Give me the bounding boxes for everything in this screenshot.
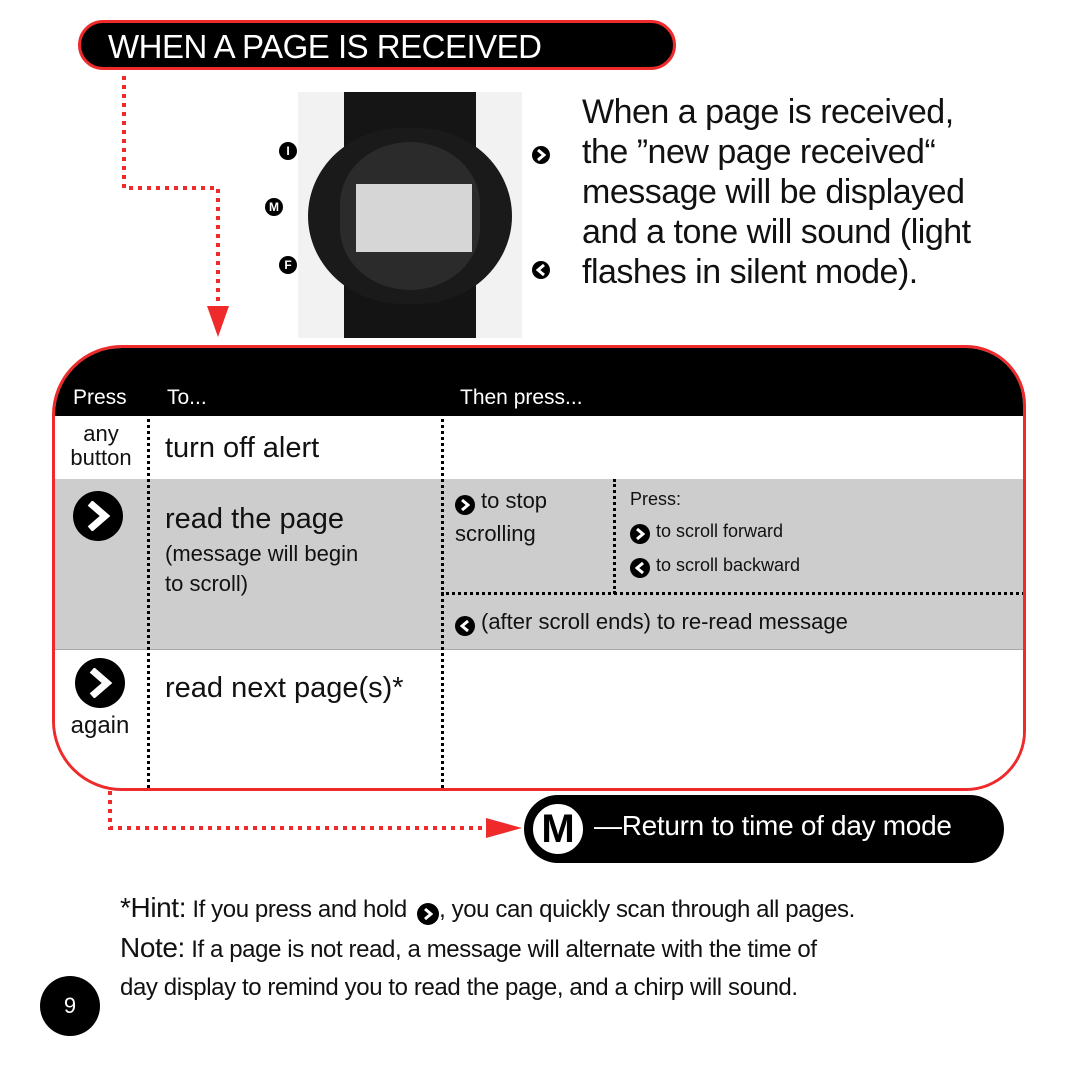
page-received-description: When a page is received, the ”new page r… bbox=[582, 92, 1022, 292]
action-text: turn off alert bbox=[165, 432, 320, 464]
note-body: If a page is not read, a message will al… bbox=[191, 936, 817, 963]
table-row: read the page (message will begin to scr… bbox=[55, 479, 1023, 650]
press-text: button bbox=[70, 445, 132, 470]
sub-column-divider bbox=[613, 479, 616, 594]
watch-screen bbox=[356, 184, 472, 252]
header-to: To... bbox=[167, 386, 207, 409]
scroll-backward-label: to scroll backward bbox=[656, 555, 801, 575]
table-to-return-connector bbox=[108, 791, 522, 838]
note-text: day display to remind you to read the pa… bbox=[120, 974, 798, 1001]
forward-arrow-icon bbox=[532, 146, 550, 164]
header-to-table-connector bbox=[122, 76, 229, 337]
hint-body: , you can quickly scan through all pages… bbox=[439, 896, 855, 923]
column-divider-press bbox=[147, 348, 150, 788]
note-lead: Note: bbox=[120, 932, 185, 963]
back-arrow-icon bbox=[455, 616, 475, 636]
right-arrow-head bbox=[486, 818, 522, 838]
scroll-forward-label: to scroll forward bbox=[656, 521, 784, 541]
press-cell: any button bbox=[55, 422, 147, 470]
forward-arrow-icon bbox=[417, 903, 440, 925]
indiglo-button-icon: I bbox=[279, 142, 297, 160]
back-arrow-icon bbox=[532, 261, 550, 279]
description-line: message will be displayed bbox=[582, 173, 965, 211]
page-number-badge: 9 bbox=[40, 976, 100, 1036]
table-row: again read next page(s)* bbox=[55, 650, 1023, 788]
table-header: Press To... Then press... bbox=[55, 348, 1023, 416]
action-subtext: (message will begin bbox=[165, 541, 359, 566]
note-text: Note: If a page is not read, a message w… bbox=[120, 932, 817, 964]
description-line: and a tone will sound (light bbox=[582, 213, 971, 251]
forward-arrow-icon bbox=[630, 524, 650, 544]
header-press: Press bbox=[73, 386, 127, 409]
function-button-icon: F bbox=[279, 256, 297, 274]
action-text: read the page bbox=[165, 503, 344, 535]
forward-arrow-icon bbox=[75, 658, 125, 708]
sub-row-divider bbox=[441, 592, 1023, 595]
description-line: When a page is received, bbox=[582, 93, 954, 131]
reread-label: (after scroll ends) to re-read message bbox=[481, 609, 848, 634]
description-line: flashes in silent mode). bbox=[582, 253, 918, 291]
hint-lead: *Hint: bbox=[120, 892, 187, 923]
press-text: any bbox=[83, 421, 119, 446]
hint-text: *Hint: If you press and hold , you can q… bbox=[120, 892, 855, 925]
hint-body: If you press and hold bbox=[192, 896, 407, 923]
action-text: read next page(s)* bbox=[165, 672, 404, 704]
forward-arrow-icon bbox=[455, 495, 475, 515]
scroll-backward-text: to scroll backward bbox=[630, 555, 800, 578]
reread-text: (after scroll ends) to re-read message bbox=[455, 609, 848, 636]
mode-button-icon: M bbox=[265, 198, 283, 216]
action-subtext: to scroll) bbox=[165, 571, 249, 596]
table-row: any button turn off alert bbox=[55, 416, 1023, 480]
back-arrow-icon bbox=[630, 558, 650, 578]
header-then-press: Then press... bbox=[460, 386, 583, 409]
description-line: the ”new page received“ bbox=[582, 133, 936, 171]
press-suffix: again bbox=[70, 712, 130, 739]
forward-arrow-icon bbox=[73, 491, 123, 541]
press-label: Press: bbox=[630, 489, 682, 509]
stop-scrolling-text: to stop bbox=[455, 488, 547, 515]
stop-text: scrolling bbox=[455, 521, 536, 546]
return-mode-label: —Return to time of day mode bbox=[594, 810, 952, 841]
scroll-forward-text: to scroll forward bbox=[630, 521, 783, 544]
mode-button-icon: M bbox=[530, 801, 586, 857]
stop-text: to stop bbox=[481, 488, 548, 513]
column-divider-to bbox=[441, 348, 444, 788]
instructions-table: Press To... Then press... any button tur… bbox=[52, 345, 1026, 791]
down-arrow-head bbox=[207, 306, 229, 337]
